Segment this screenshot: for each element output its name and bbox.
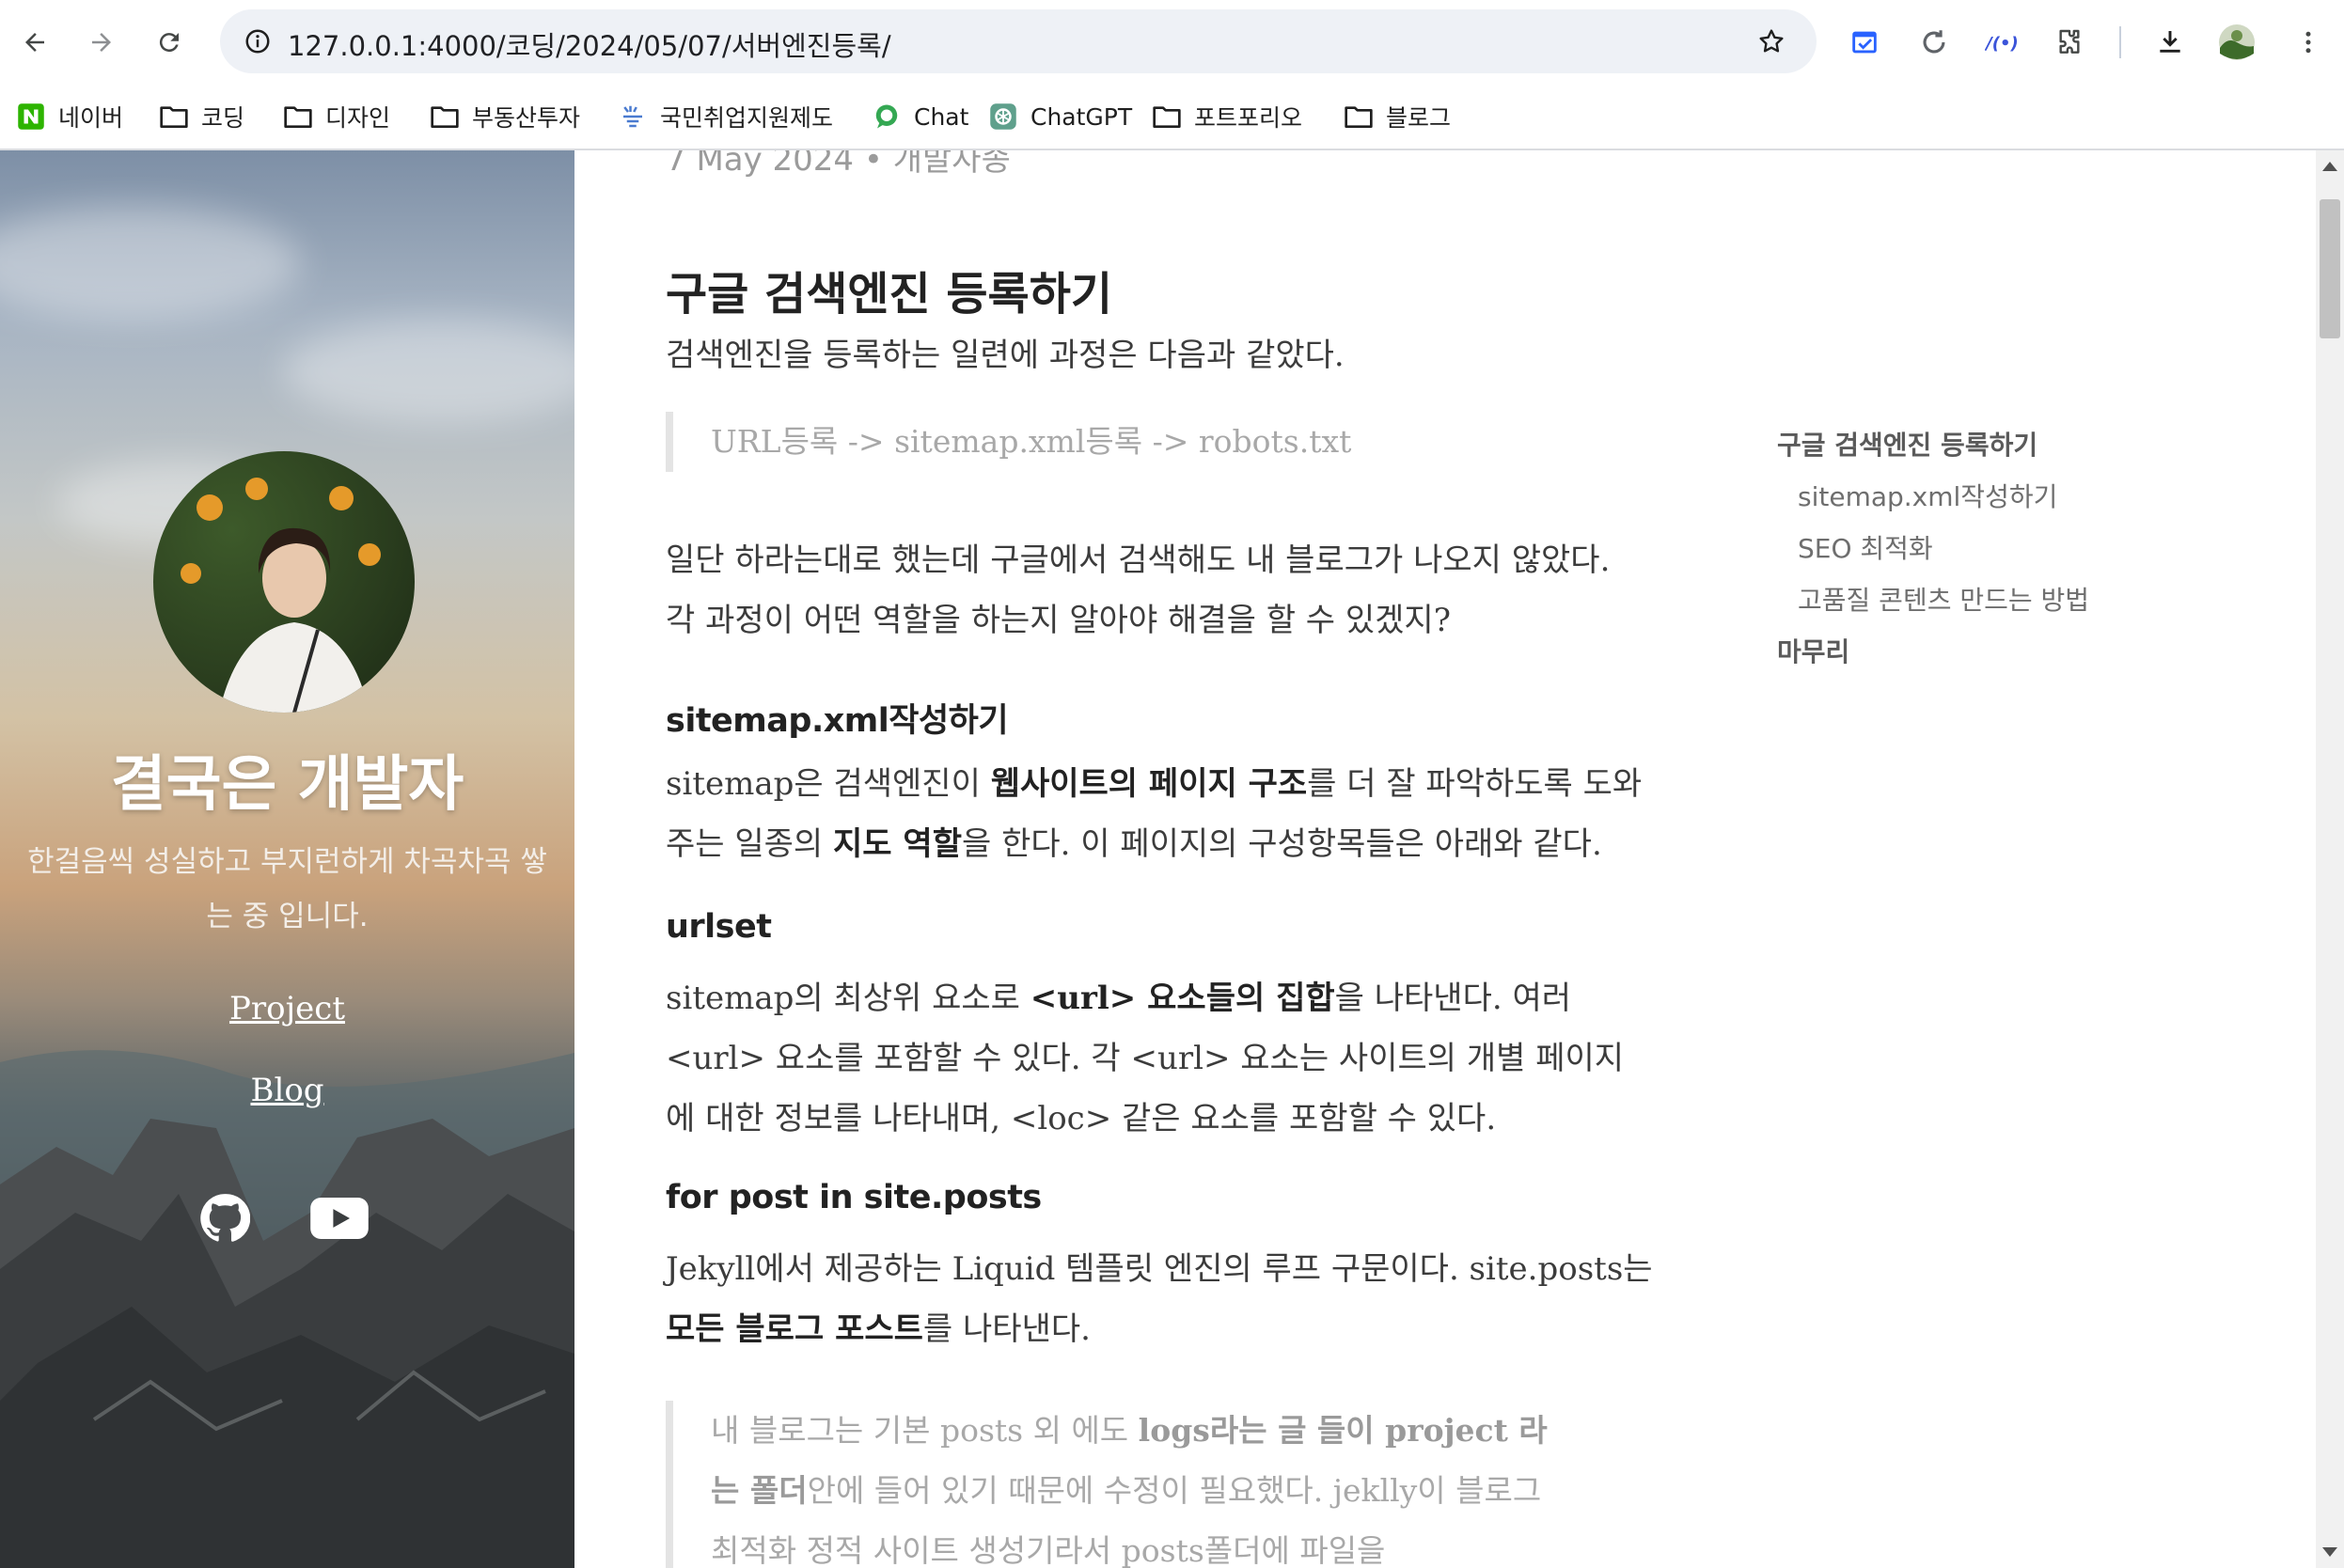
toc-item[interactable]: 마무리 <box>1777 632 1849 669</box>
for-post-paragraph: Jekyll에서 제공하는 Liquid 템플릿 엔진의 루프 구문이다. si… <box>666 1250 1653 1348</box>
download-icon[interactable] <box>2148 21 2192 64</box>
folder-icon <box>429 101 461 133</box>
profile-avatar[interactable] <box>2215 21 2258 64</box>
post-title: 구글 검색엔진 등록하기 <box>666 268 1113 321</box>
intro-paragraph: 검색엔진을 등록하는 일련에 과정은 다음과 같았다. <box>666 337 1345 374</box>
folder-icon <box>1151 101 1183 133</box>
bookmark-employment[interactable]: 국민취업지원제도 <box>617 98 833 135</box>
scroll-up-arrow-icon[interactable] <box>2322 162 2337 171</box>
folder-icon <box>1343 101 1375 133</box>
reload-button[interactable] <box>148 21 191 64</box>
post-meta: 7 May 2024 • 개발자종 <box>666 150 1011 179</box>
urlset-paragraph: sitemap의 최상위 요소로 <url> 요소들의 집합을 나타낸다. 여러… <box>666 980 1625 1137</box>
posts-note-quote: 내 블로그는 기본 posts 외 에도 logs라는 글 들이 project… <box>666 1401 1568 1568</box>
naver-icon <box>15 101 47 133</box>
address-bar[interactable]: 127.0.0.1:4000/코딩/2024/05/07/서버엔진등록/ <box>220 9 1817 73</box>
bookmark-star-icon[interactable] <box>1753 23 1790 60</box>
page-scrollbar[interactable] <box>2316 150 2344 1568</box>
scrollbar-thumb[interactable] <box>2320 199 2340 338</box>
back-button[interactable] <box>13 21 56 64</box>
project-link[interactable]: Project <box>0 990 574 1027</box>
heading-for-post: for post in site.posts <box>666 1179 1042 1216</box>
bookmark-chat[interactable]: Chat <box>871 98 968 135</box>
extensions-puzzle-icon[interactable] <box>2048 21 2091 64</box>
site-title[interactable]: 결국은 개발자 <box>0 736 574 823</box>
background-cloud <box>0 207 301 320</box>
toc-item[interactable]: 고품질 콘텐츠 만드는 방법 <box>1798 580 2089 618</box>
toolbar-separator <box>2119 26 2121 58</box>
task-extension-icon[interactable] <box>1843 21 1886 64</box>
chatgpt-icon <box>987 101 1019 133</box>
background-cloud <box>282 320 574 423</box>
gov-icon <box>617 101 649 133</box>
bookmark-chatgpt[interactable]: ChatGPT <box>987 98 1132 135</box>
bookmark-folder-design[interactable]: 디자인 <box>282 98 390 135</box>
bookmark-naver[interactable]: 네이버 <box>15 98 123 135</box>
folder-icon <box>282 101 314 133</box>
youtube-icon <box>310 1198 369 1239</box>
bookmark-folder-realestate[interactable]: 부동산투자 <box>429 98 580 135</box>
url-text[interactable]: 127.0.0.1:4000/코딩/2024/05/07/서버엔진등록/ <box>288 24 891 64</box>
site-info-icon[interactable] <box>239 23 276 60</box>
page-viewport: 결국은 개발자 한걸음씩 성실하고 부지런하게 차곡차곡 쌓는 중 입니다. P… <box>0 150 2316 1568</box>
blog-sidebar: 결국은 개발자 한걸음씩 성실하고 부지런하게 차곡차곡 쌓는 중 입니다. P… <box>0 150 574 1568</box>
toc-item[interactable]: 구글 검색엔진 등록하기 <box>1777 425 2037 463</box>
heading-urlset: urlset <box>666 908 772 946</box>
bookmark-folder-portfolio[interactable]: 포트포리오 <box>1151 98 1302 135</box>
menu-kebab-icon[interactable] <box>2287 21 2330 64</box>
dev-extension-icon[interactable]: /(•) <box>1980 21 2023 64</box>
bookmark-folder-coding[interactable]: 코딩 <box>158 98 244 135</box>
sitemap-paragraph: sitemap은 검색엔진이 웹사이트의 페이지 구조를 더 잘 파악하도록 도… <box>666 765 1643 863</box>
problem-paragraph: 일단 하라는대로 했는데 구글에서 검색해도 내 블로그가 나오지 않았다. 각… <box>666 541 1611 639</box>
forward-arrow-icon <box>92 33 111 52</box>
back-arrow-icon <box>25 33 44 52</box>
bookmark-folder-blog[interactable]: 블로그 <box>1343 98 1451 135</box>
github-link[interactable] <box>198 1192 251 1245</box>
scroll-down-arrow-icon[interactable] <box>2322 1547 2337 1557</box>
toc-item[interactable]: SEO 최적화 <box>1798 528 1933 566</box>
chat-icon <box>871 101 903 133</box>
browser-toolbar: 127.0.0.1:4000/코딩/2024/05/07/서버엔진등록/ /(•… <box>0 0 2344 85</box>
svg-text:/(•): /(•) <box>1985 34 2019 54</box>
blog-link[interactable]: Blog <box>0 1072 574 1109</box>
youtube-link[interactable] <box>310 1192 369 1245</box>
site-description: 한걸음씩 성실하고 부지런하게 차곡차곡 쌓는 중 입니다. <box>27 845 547 933</box>
profile-avatar-photo <box>153 451 415 713</box>
reload-icon <box>159 33 179 53</box>
heading-sitemap: sitemap.xml작성하기 <box>666 702 1009 740</box>
bookmarks-bar: 네이버 코딩 디자인 부동산투자 국민취업지원제도 Chat ChatGPT 포… <box>0 85 2344 150</box>
toc-item[interactable]: sitemap.xml작성하기 <box>1798 477 2057 514</box>
sync-extension-icon[interactable] <box>1912 21 1956 64</box>
process-quote: URL등록 -> sitemap.xml등록 -> robots.txt <box>666 412 1568 472</box>
github-icon <box>200 1194 250 1242</box>
folder-icon <box>158 101 190 133</box>
forward-button[interactable] <box>80 21 123 64</box>
